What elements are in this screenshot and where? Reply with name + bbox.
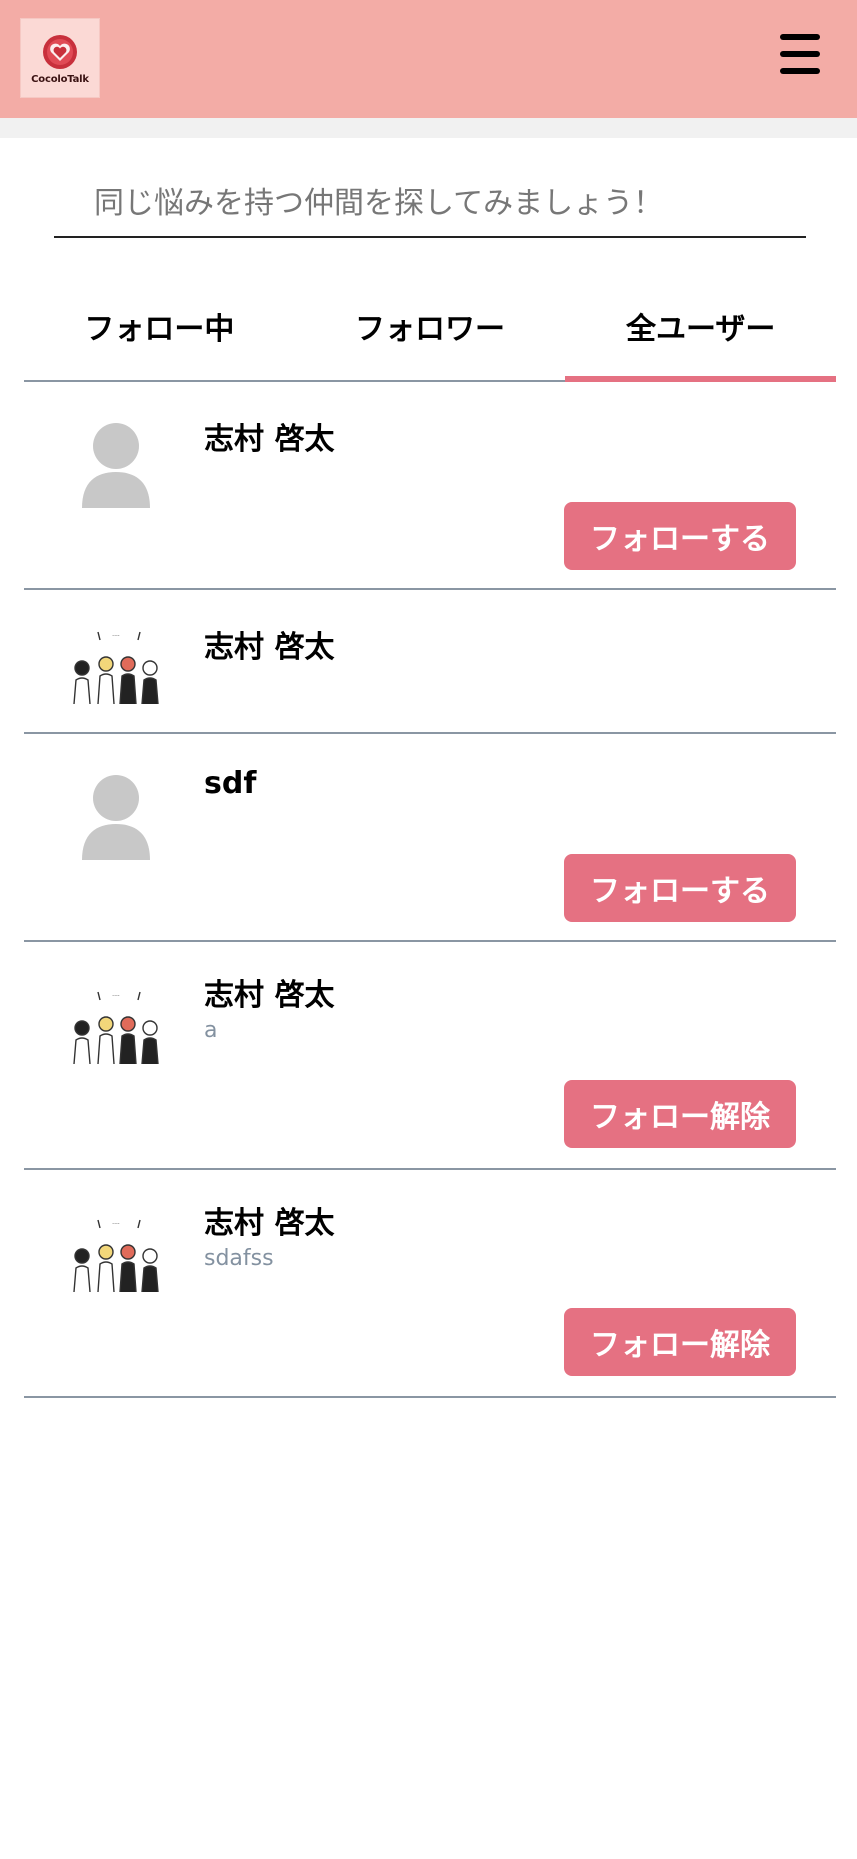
- svg-text:····: ····: [112, 633, 120, 640]
- group-illustration-avatar: ····: [73, 631, 159, 705]
- unfollow-button[interactable]: フォロー解除: [564, 1308, 796, 1376]
- follow-button[interactable]: フォローする: [564, 502, 796, 570]
- hamburger-menu-icon[interactable]: [770, 28, 830, 80]
- user-name[interactable]: 志村 啓太: [204, 414, 334, 458]
- group-illustration-avatar: ····: [73, 991, 159, 1065]
- logo-text: CocoloTalk: [31, 73, 89, 85]
- user-search-input[interactable]: [54, 170, 806, 238]
- header-divider-strip: [0, 118, 857, 138]
- svg-text:····: ····: [112, 1221, 120, 1228]
- user-list-item[interactable]: sdf フォローする: [24, 736, 836, 942]
- cocolotalk-logo[interactable]: CocoloTalk: [20, 18, 100, 98]
- tab-followers[interactable]: フォロワー: [295, 280, 566, 380]
- default-avatar-icon: [82, 775, 150, 860]
- unfollow-button[interactable]: フォロー解除: [564, 1080, 796, 1148]
- svg-text:····: ····: [112, 993, 120, 1000]
- app-header: CocoloTalk: [0, 0, 857, 118]
- user-name[interactable]: 志村 啓太: [204, 970, 334, 1014]
- user-name[interactable]: 志村 啓太: [204, 1198, 334, 1242]
- user-bio: a: [204, 1018, 218, 1043]
- group-illustration-avatar: ····: [73, 1219, 159, 1293]
- user-list-item[interactable]: ···· 志村 啓太 a フォロー解除: [24, 944, 836, 1170]
- user-name[interactable]: 志村 啓太: [204, 622, 334, 666]
- user-filter-tabs: フォロー中 フォロワー 全ユーザー: [24, 280, 836, 382]
- tab-all-users[interactable]: 全ユーザー: [565, 280, 836, 382]
- heart-logo-icon: [43, 34, 77, 69]
- default-avatar-icon: [82, 423, 150, 508]
- follow-button[interactable]: フォローする: [564, 854, 796, 922]
- user-list-item[interactable]: 志村 啓太 フォローする: [24, 384, 836, 590]
- user-list-item[interactable]: ···· 志村 啓太 sdafss フォロー解除: [24, 1172, 836, 1398]
- user-name[interactable]: sdf: [204, 766, 256, 801]
- tab-following[interactable]: フォロー中: [24, 280, 295, 380]
- user-list-item[interactable]: ···· 志村 啓太: [24, 592, 836, 734]
- user-bio: sdafss: [204, 1246, 274, 1271]
